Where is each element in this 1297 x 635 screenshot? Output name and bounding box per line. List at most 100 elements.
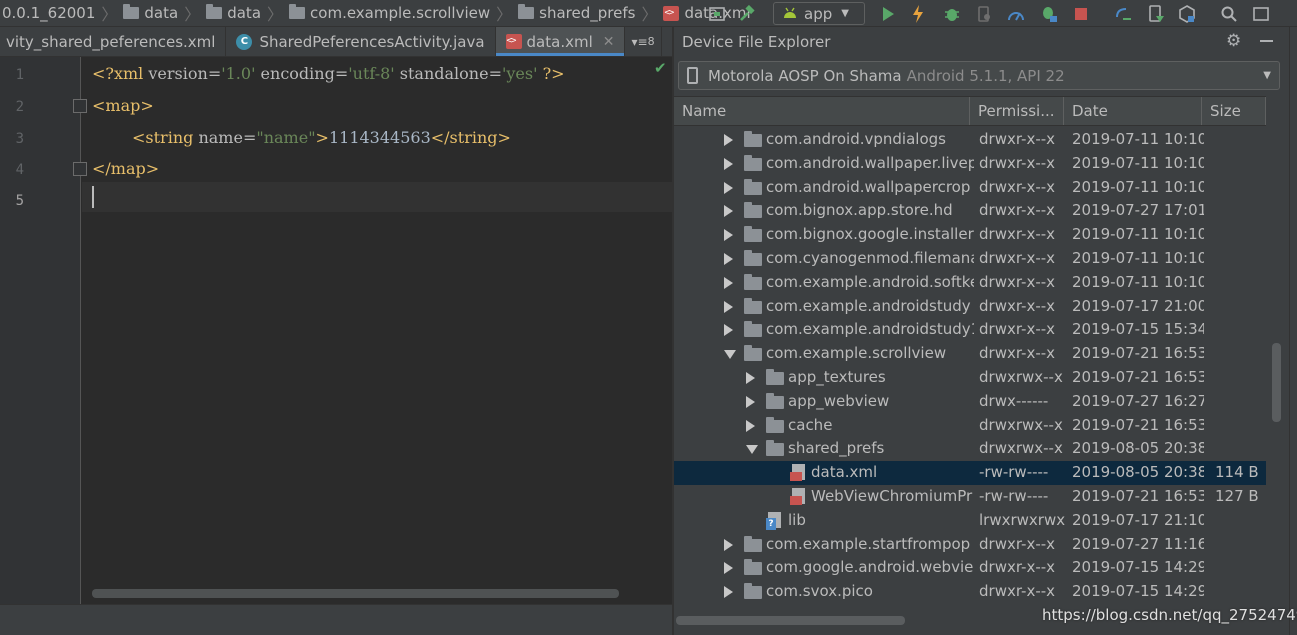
table-row[interactable]: com.android.wallpapercrop drwxr-x--x 2019-… xyxy=(674,176,1266,200)
table-row[interactable]: ? lib lrwxrwxrwx 2019-07-17 21:10 xyxy=(674,509,1266,533)
file-date: 2019-07-21 16:53 xyxy=(1072,487,1204,505)
fold-marker-icon[interactable] xyxy=(73,162,87,176)
line-number: 3 xyxy=(15,131,24,147)
symlink-icon: ? xyxy=(766,512,783,530)
table-row[interactable]: app_webview drwx------ 2019-07-27 16:27 xyxy=(674,390,1266,414)
debug-attach-bug-icon[interactable] xyxy=(1038,3,1060,25)
tab-activity-shared-peferences-xml[interactable]: vity_shared_peferences.xml xyxy=(0,27,227,56)
layout-icon[interactable] xyxy=(1250,3,1272,25)
file-tree-vertical-scrollbar[interactable] xyxy=(1272,343,1281,422)
tab-data-xml[interactable]: data.xml ✕ xyxy=(495,27,626,56)
checkmark-icon: ✔ xyxy=(654,59,667,77)
debug-icon[interactable] xyxy=(941,3,963,25)
stop-icon[interactable] xyxy=(1070,3,1092,25)
table-row[interactable]: shared_prefs drwxrwx--x 2019-08-05 20:38 xyxy=(674,437,1266,461)
minimize-icon[interactable] xyxy=(1260,40,1273,42)
column-header-name[interactable]: Name xyxy=(674,97,970,125)
tab-label: SharedPeferencesActivity.java xyxy=(259,32,485,51)
file-tree: com.android.vpndialogs drwxr-x--x 2019-07-… xyxy=(674,128,1266,611)
run-configuration-select[interactable]: app ▼ xyxy=(773,2,865,25)
table-row[interactable]: com.example.startfrompop drwxr-x--x 2019-0… xyxy=(674,533,1266,557)
chevron-right-icon[interactable] xyxy=(724,182,733,194)
table-row[interactable]: com.example.android.softke drwxr-x--x 2019… xyxy=(674,271,1266,295)
table-row[interactable]: cache drwxrwx--x 2019-07-21 16:53 xyxy=(674,414,1266,438)
xml-file-icon xyxy=(663,5,680,21)
xml-attr-value: "name" xyxy=(256,128,316,147)
chevron-right-icon[interactable] xyxy=(724,301,733,313)
close-icon[interactable]: ✕ xyxy=(603,34,615,50)
apply-changes-icon[interactable] xyxy=(907,3,929,25)
table-row[interactable]: com.android.wallpaper.livep drwxr-x--x 201… xyxy=(674,152,1266,176)
table-row[interactable]: com.example.androidstudy1 drwxr-x--x 2019-… xyxy=(674,318,1266,342)
file-tree-horizontal-scrollbar[interactable] xyxy=(676,616,905,625)
hammer-build-icon[interactable] xyxy=(736,3,758,25)
chevron-right-icon[interactable] xyxy=(724,158,733,170)
table-row[interactable]: com.google.android.webvie drwxr-x--x 2019-… xyxy=(674,556,1266,580)
folder-icon xyxy=(766,440,784,456)
table-row[interactable]: com.example.scrollview drwxr-x--x 2019-07-… xyxy=(674,342,1266,366)
chevron-right-icon[interactable] xyxy=(724,253,733,265)
chevron-right-icon[interactable] xyxy=(724,229,733,241)
chevron-right-icon[interactable] xyxy=(724,205,733,217)
file-name: app_textures xyxy=(788,368,886,386)
gradle-side-tab[interactable] xyxy=(1289,27,1297,635)
line-number: 5 xyxy=(15,193,24,209)
sdk-manager-icon[interactable] xyxy=(1176,3,1198,25)
breadcrumb-item[interactable]: shared_prefs xyxy=(539,4,635,22)
table-row[interactable]: com.svox.pico drwxr-x--x 2019-07-15 14:29 xyxy=(674,580,1266,604)
profiler-icon[interactable] xyxy=(1005,3,1027,25)
chevron-right-icon[interactable] xyxy=(724,562,733,574)
code-line-4: </map> xyxy=(92,159,159,178)
chevron-right-icon[interactable] xyxy=(724,134,733,146)
tab-overflow-button[interactable]: ▾≡ 8 xyxy=(625,27,662,56)
chevron-right-icon[interactable] xyxy=(724,586,733,598)
chevron-right-icon[interactable] xyxy=(724,324,733,336)
file-date: 2019-07-11 10:10 xyxy=(1072,154,1204,172)
tab-shared-peferences-activity-java[interactable]: C SharedPeferencesActivity.java xyxy=(226,27,496,56)
table-row[interactable]: com.bignox.google.installer drwxr-x--x 201… xyxy=(674,223,1266,247)
file-size: 114 B xyxy=(1215,463,1259,481)
xml-file-icon xyxy=(790,488,807,506)
chevron-right-icon[interactable] xyxy=(724,277,733,289)
search-icon[interactable] xyxy=(1218,3,1240,25)
table-row[interactable]: WebViewChromiumPr -rw-rw---- 2019-07-21 16… xyxy=(674,485,1266,509)
sync-gradle-icon[interactable] xyxy=(1112,3,1134,25)
chevron-right-icon[interactable] xyxy=(724,539,733,551)
folder-icon xyxy=(766,417,784,433)
column-header-date[interactable]: Date xyxy=(1064,97,1202,125)
gear-icon[interactable]: ⚙ xyxy=(1226,31,1241,51)
chevron-right-icon[interactable] xyxy=(746,420,755,432)
device-select[interactable]: Motorola AOSP On Shama Android 5.1.1, AP… xyxy=(678,61,1280,90)
chevron-down-icon[interactable] xyxy=(746,445,758,454)
file-name: com.example.startfrompop xyxy=(766,535,971,553)
editor-horizontal-scrollbar[interactable] xyxy=(92,589,619,598)
column-header-permissions[interactable]: Permissi... xyxy=(970,97,1064,125)
table-row[interactable]: com.example.androidstudy drwxr-x--x 2019-0… xyxy=(674,295,1266,319)
editor-bottom-bar xyxy=(0,604,672,635)
breadcrumb-item[interactable]: data xyxy=(144,4,178,22)
folder-icon xyxy=(289,4,306,19)
breadcrumb-item[interactable]: 0.0.1_62001 xyxy=(2,4,95,22)
table-row[interactable]: data.xml -rw-rw---- 2019-08-05 20:38 114 B xyxy=(674,461,1266,485)
table-row[interactable]: com.bignox.app.store.hd drwxr-x--x 2019-07… xyxy=(674,199,1266,223)
breadcrumb-item[interactable]: com.example.scrollview xyxy=(310,4,490,22)
breadcrumb-item[interactable]: data xyxy=(227,4,261,22)
code-editor[interactable]: 1 2 3 4 5 <?xml version='1.0' encoding='… xyxy=(0,57,672,604)
column-header-size[interactable]: Size xyxy=(1202,97,1266,125)
table-row[interactable]: com.cyanogenmod.filemana drwxr-x--x 2019-0… xyxy=(674,247,1266,271)
table-row[interactable]: com.android.vpndialogs drwxr-x--x 2019-07-… xyxy=(674,128,1266,152)
file-date: 2019-07-21 16:53 xyxy=(1072,344,1204,362)
attach-debugger-icon[interactable] xyxy=(973,3,995,25)
table-row[interactable]: app_textures drwxrwx--x 2019-07-21 16:53 xyxy=(674,366,1266,390)
device-frame-icon[interactable] xyxy=(706,3,728,25)
run-icon[interactable] xyxy=(877,3,899,25)
file-date: 2019-07-11 10:10 xyxy=(1072,273,1204,291)
file-date: 2019-07-11 10:10 xyxy=(1072,130,1204,148)
chevron-right-icon[interactable] xyxy=(746,396,755,408)
chevron-down-icon[interactable] xyxy=(724,350,736,359)
folder-icon xyxy=(744,202,762,218)
avd-manager-icon[interactable] xyxy=(1145,3,1167,25)
chevron-right-icon[interactable] xyxy=(746,372,755,384)
file-name: cache xyxy=(788,416,833,434)
fold-marker-icon[interactable] xyxy=(73,99,87,113)
